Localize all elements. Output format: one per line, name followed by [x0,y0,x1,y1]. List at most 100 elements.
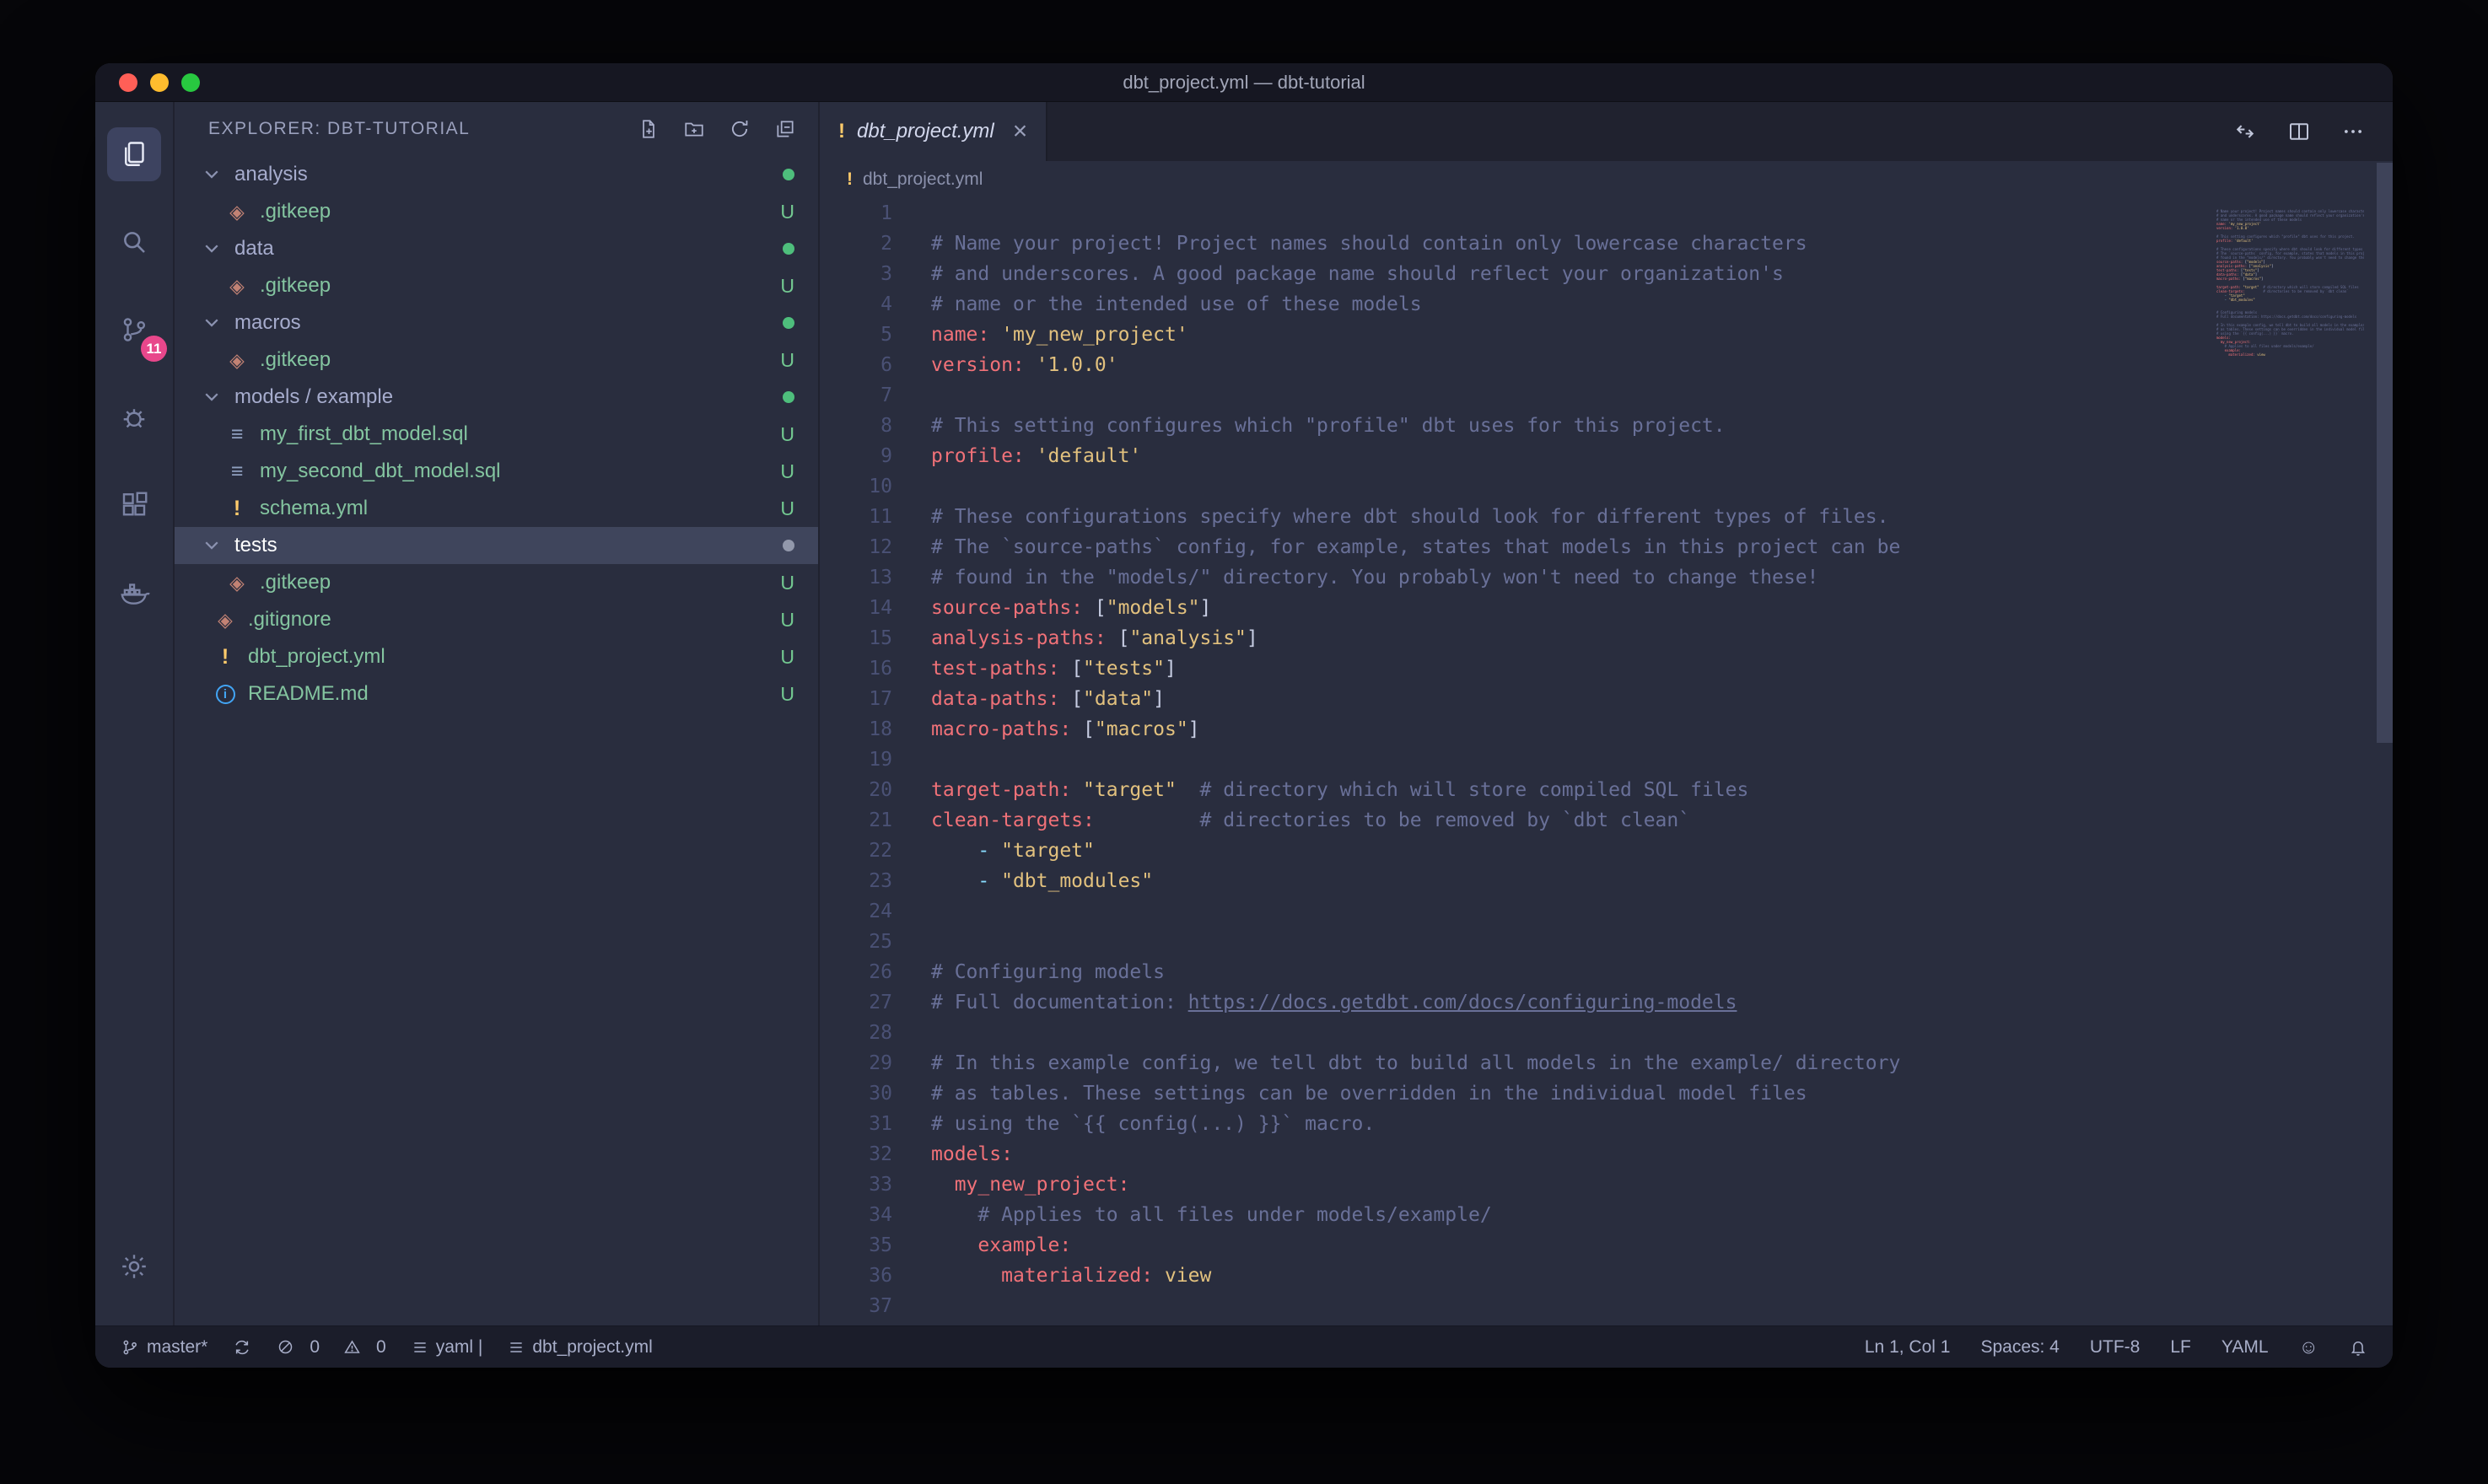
bell-icon [2349,1338,2367,1357]
tree-item-gitkeep[interactable]: ◈.gitkeepU [175,193,818,230]
activity-settings[interactable] [95,1223,174,1310]
encoding-item[interactable]: UTF-8 [2090,1337,2141,1358]
code-line[interactable]: 20target-path: "target" # directory whic… [820,775,2393,805]
breadcrumb-file[interactable]: dbt_project.yml [863,169,983,190]
git-branch-item[interactable]: master* [121,1337,207,1358]
code-line[interactable]: 30# as tables. These settings can be ove… [820,1078,2393,1109]
tree-item-gitignore[interactable]: ◈.gitignoreU [175,601,818,638]
indentation-item[interactable]: Spaces: 4 [1980,1337,2059,1358]
notifications-bell-item[interactable] [2349,1338,2367,1357]
code-line[interactable]: 14source-paths: ["models"] [820,593,2393,623]
tree-item-models-example[interactable]: models / example [175,379,818,416]
open-changes-button[interactable] [2231,117,2259,146]
code-line[interactable]: 31# using the `{{ config(...) }}` macro. [820,1109,2393,1139]
code-line[interactable]: 26# Configuring models [820,957,2393,987]
tree-item-readme-md[interactable]: iREADME.mdU [175,675,818,712]
code-line[interactable]: 11# These configurations specify where d… [820,502,2393,532]
minimap[interactable]: # Name your project! Project names shoul… [2216,205,2364,361]
activity-debug[interactable] [95,374,174,461]
code-line[interactable]: 17data-paths: ["data"] [820,684,2393,714]
tree-item-schema-yml[interactable]: !schema.ymlU [175,490,818,527]
code-editor: 12# Name your project! Project names sho… [820,198,2393,1325]
code-line[interactable]: 2# Name your project! Project names shou… [820,229,2393,259]
code-line[interactable]: 5name: 'my_new_project' [820,320,2393,350]
language-mode-item[interactable]: YAML [2221,1337,2269,1358]
feedback-smiley-icon[interactable]: ☺ [2299,1336,2318,1358]
code-line[interactable]: 25 [820,927,2393,957]
collapse-folders-button[interactable] [771,115,800,143]
activity-search[interactable] [95,198,174,286]
tree-item-gitkeep[interactable]: ◈.gitkeepU [175,564,818,601]
code-line[interactable]: 9profile: 'default' [820,441,2393,471]
vertical-scrollbar[interactable] [2377,163,2393,743]
file-tag-item[interactable]: dbt_project.yml [508,1337,652,1358]
code-line[interactable]: 10 [820,471,2393,502]
eol-item[interactable]: LF [2170,1337,2191,1358]
code-line[interactable]: 1 [820,198,2393,229]
git-status-badge: U [780,275,794,298]
code-line[interactable]: 36 materialized: view [820,1261,2393,1291]
code-line[interactable]: 32models: [820,1139,2393,1169]
new-folder-button[interactable] [680,115,708,143]
code-line[interactable]: 27# Full documentation: https://docs.get… [820,987,2393,1018]
code-text [892,471,931,502]
tree-item-my-second-dbt-model-sql[interactable]: ≡my_second_dbt_model.sqlU [175,453,818,490]
cursor-position-item[interactable]: Ln 1, Col 1 [1865,1337,1951,1358]
tree-item-tests[interactable]: tests [175,527,818,564]
code-line[interactable]: 33 my_new_project: [820,1169,2393,1200]
code-line[interactable]: 8# This setting configures which "profil… [820,411,2393,441]
tree-item-data[interactable]: data [175,230,818,267]
tree-item-dbt-project-yml[interactable]: !dbt_project.ymlU [175,638,818,675]
code-line[interactable]: 24 [820,896,2393,927]
more-actions-button[interactable] [2339,117,2367,146]
code-line[interactable]: 35 example: [820,1230,2393,1261]
tree-item-label: macros [234,311,301,335]
new-file-button[interactable] [634,115,663,143]
close-tab-icon[interactable]: × [1013,119,1028,144]
code-line[interactable]: 15analysis-paths: ["analysis"] [820,623,2393,653]
activity-extensions[interactable] [95,461,174,549]
split-editor-button[interactable] [2285,117,2313,146]
line-number: 33 [820,1169,892,1200]
close-window-button[interactable] [119,73,137,92]
activity-source-control[interactable]: 11 [95,286,174,374]
code-line[interactable]: 16test-paths: ["tests"] [820,653,2393,684]
code-line[interactable]: 22 - "target" [820,836,2393,866]
minimize-window-button[interactable] [150,73,169,92]
problems-item[interactable]: 0 0 [277,1337,385,1358]
zoom-window-button[interactable] [181,73,200,92]
code-line[interactable]: 21clean-targets: # directories to be rem… [820,805,2393,836]
tree-item-gitkeep[interactable]: ◈.gitkeepU [175,267,818,304]
tree-item-label: schema.yml [260,497,368,520]
tree-item-my-first-dbt-model-sql[interactable]: ≡my_first_dbt_model.sqlU [175,416,818,453]
code-line[interactable]: 23 - "dbt_modules" [820,866,2393,896]
line-number: 28 [820,1018,892,1048]
code-line[interactable]: 18macro-paths: ["macros"] [820,714,2393,745]
code-line[interactable]: 3# and underscores. A good package name … [820,259,2393,289]
tab-dbt-project-yml[interactable]: ! dbt_project.yml × [820,102,1047,161]
code-line[interactable]: 12# The `source-paths` config, for examp… [820,532,2393,562]
tree-item-analysis[interactable]: analysis [175,156,818,193]
language-tag-item[interactable]: yaml | [412,1337,483,1358]
sync-changes-item[interactable] [233,1338,251,1357]
tree-item-gitkeep[interactable]: ◈.gitkeepU [175,341,818,379]
breadcrumb: ! dbt_project.yml [820,161,2393,198]
code-line[interactable]: 6version: '1.0.0' [820,350,2393,380]
code-line[interactable]: 19 [820,745,2393,775]
code-line[interactable]: 29# In this example config, we tell dbt … [820,1048,2393,1078]
activity-explorer[interactable] [95,110,174,198]
line-number: 3 [820,259,892,289]
modified-indicator-dot [783,169,794,180]
refresh-explorer-button[interactable] [725,115,754,143]
branch-name: master* [147,1337,207,1358]
code-line[interactable]: 13# found in the "models/" directory. Yo… [820,562,2393,593]
tree-item-label: my_first_dbt_model.sql [260,422,468,446]
code-line[interactable]: 28 [820,1018,2393,1048]
code-line[interactable]: 7 [820,380,2393,411]
code-line[interactable]: 4# name or the intended use of these mod… [820,289,2393,320]
code-line[interactable]: 34 # Applies to all files under models/e… [820,1200,2393,1230]
code-line[interactable]: 37 [820,1291,2393,1321]
status-bar: master* 0 0 yaml | dbt_project.yml Ln 1,… [95,1325,2393,1368]
tree-item-macros[interactable]: macros [175,304,818,341]
activity-docker[interactable] [95,549,174,637]
